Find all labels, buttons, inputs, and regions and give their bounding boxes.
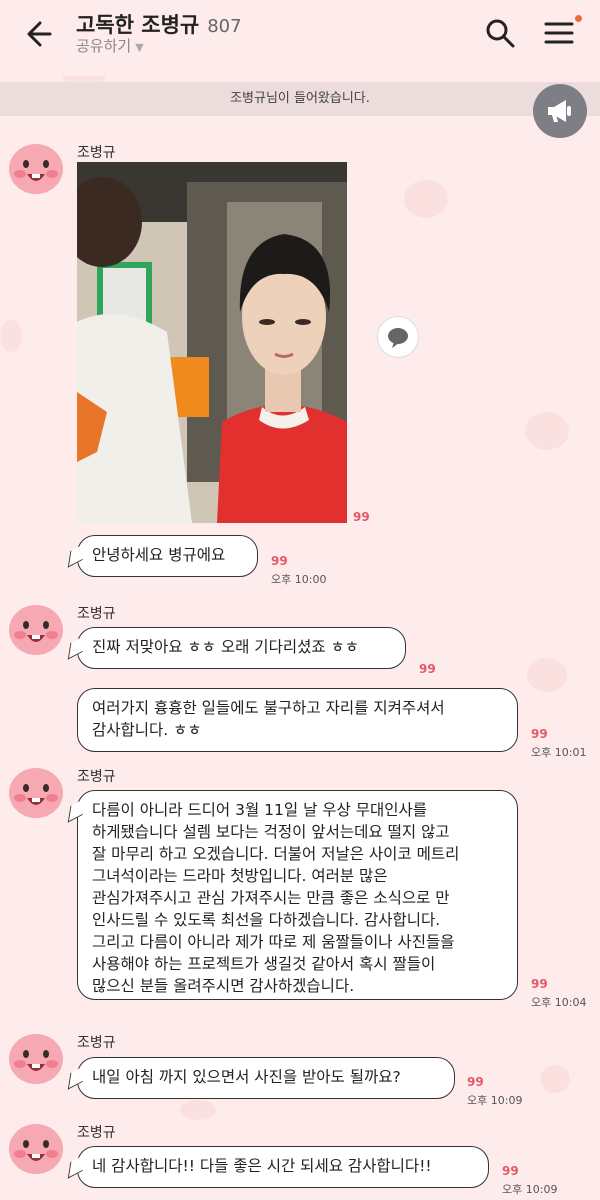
share-label: 공유하기 bbox=[76, 37, 132, 55]
background-heart bbox=[0, 320, 22, 352]
message-text: 내일 아침 까지 있으면서 사진을 받아도 될까요? bbox=[92, 1068, 401, 1086]
message-text-line: 다름이 아니라 드디어 3월 11일 날 우상 무대인사를 bbox=[92, 801, 428, 819]
notification-dot bbox=[575, 15, 582, 22]
member-count: 807 bbox=[207, 16, 242, 37]
message-text: 네 감사합니다!! 다들 좋은 시간 되세요 감사합니다!! bbox=[92, 1157, 432, 1175]
message-text: 안녕하세요 병규에요 bbox=[92, 546, 226, 564]
background-heart bbox=[404, 180, 448, 218]
sender-name: 조병규 bbox=[77, 1035, 116, 1051]
message-bubble[interactable]: 다름이 아니라 드디어 3월 11일 날 우상 무대인사를 하게됐습니다 설렘 … bbox=[77, 790, 518, 1000]
megaphone-button[interactable] bbox=[533, 84, 587, 138]
unread-count: 99 bbox=[502, 1164, 519, 1178]
message-bubble[interactable]: 안녕하세요 병규에요 bbox=[77, 535, 258, 577]
message-text-line: 관심가져주시고 관심 가져주시는 만큼 좋은 소식으로 만 bbox=[92, 889, 450, 907]
message-time: 오후 10:01 bbox=[531, 746, 587, 759]
message-time: 오후 10:09 bbox=[467, 1094, 523, 1107]
unread-count: 99 bbox=[419, 662, 436, 676]
message-text-line: 여러가지 흉흉한 일들에도 불구하고 자리를 지켜주셔서 bbox=[92, 699, 445, 717]
message-text: 진짜 저맞아요 ㅎㅎ 오래 기다리셨죠 ㅎㅎ bbox=[92, 638, 360, 656]
megaphone-icon bbox=[548, 100, 571, 122]
sender-name: 조병규 bbox=[77, 1125, 116, 1141]
message-time: 오후 10:00 bbox=[271, 573, 327, 586]
search-icon[interactable] bbox=[483, 16, 517, 50]
background-heart bbox=[540, 1065, 570, 1093]
unread-count: 99 bbox=[531, 727, 548, 741]
shared-photo[interactable] bbox=[77, 162, 347, 523]
sender-avatar[interactable] bbox=[8, 601, 64, 657]
message-bubble[interactable]: 진짜 저맞아요 ㅎㅎ 오래 기다리셨죠 ㅎㅎ bbox=[77, 627, 406, 669]
message-text-line: 잘 마무리 하고 오겠습니다. 더불어 저날은 사이코 메트리 bbox=[92, 845, 460, 863]
menu-icon[interactable] bbox=[542, 16, 576, 50]
background-heart bbox=[525, 412, 569, 450]
message-text-line: 많으신 분들 올려주시면 감사하겠습니다. bbox=[92, 977, 355, 995]
chat-room-name: 고독한 조병규 bbox=[76, 13, 200, 37]
unread-count: 99 bbox=[271, 554, 288, 568]
background-heart bbox=[527, 658, 567, 692]
message-bubble[interactable]: 네 감사합니다!! 다들 좋은 시간 되세요 감사합니다!! bbox=[77, 1146, 489, 1188]
message-bubble[interactable]: 여러가지 흉흉한 일들에도 불구하고 자리를 지켜주셔서 감사합니다. ㅎㅎ bbox=[77, 688, 518, 752]
sender-avatar[interactable] bbox=[8, 1030, 64, 1086]
unread-count: 99 bbox=[353, 510, 370, 524]
comment-button[interactable] bbox=[377, 316, 419, 358]
system-notice: 조병규님이 들어왔습니다. bbox=[0, 82, 600, 116]
chat-header: 고독한 조병규 807 공유하기 ▼ bbox=[0, 0, 600, 76]
message-text-line: 하게됐습니다 설렘 보다는 걱정이 앞서는데요 떨지 않고 bbox=[92, 823, 450, 841]
message-text-line: 감사합니다. ㅎㅎ bbox=[92, 721, 202, 739]
comment-bubble-icon bbox=[388, 328, 408, 348]
sender-name: 조병규 bbox=[77, 606, 116, 622]
share-button[interactable]: 공유하기 ▼ bbox=[76, 35, 144, 56]
message-text-line: 인사드릴 수 있도록 최선을 다하겠습니다. 감사합니다. bbox=[92, 911, 441, 929]
unread-count: 99 bbox=[467, 1075, 484, 1089]
photo-image bbox=[77, 162, 347, 523]
message-time: 오후 10:04 bbox=[531, 996, 587, 1009]
sender-avatar[interactable] bbox=[8, 1120, 64, 1176]
message-text-line: 그리고 다름이 아니라 제가 따로 제 움짤들이나 사진들을 bbox=[92, 933, 455, 951]
background-heart bbox=[180, 1100, 216, 1120]
caret-down-icon: ▼ bbox=[135, 41, 144, 54]
sender-avatar[interactable] bbox=[8, 764, 64, 820]
message-bubble[interactable]: 내일 아침 까지 있으면서 사진을 받아도 될까요? bbox=[77, 1057, 455, 1099]
message-text-line: 그녀석이라는 드라마 첫방입니다. 여러분 많은 bbox=[92, 867, 388, 885]
message-text-line: 사용해야 하는 프로젝트가 생길것 같아서 혹시 짤들이 bbox=[92, 955, 436, 973]
unread-count: 99 bbox=[531, 977, 548, 991]
sender-name: 조병규 bbox=[77, 145, 116, 161]
message-time: 오후 10:09 bbox=[502, 1183, 558, 1196]
back-arrow-icon[interactable] bbox=[22, 16, 62, 52]
sender-name: 조병규 bbox=[77, 769, 116, 785]
sender-avatar[interactable] bbox=[8, 140, 64, 196]
